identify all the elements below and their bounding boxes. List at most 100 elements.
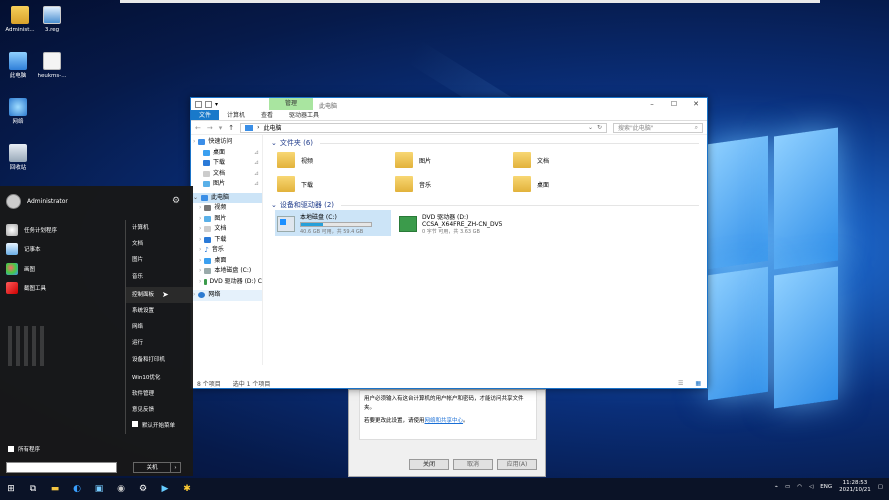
nav-item-music[interactable]: › ♪ 音乐 xyxy=(191,245,262,256)
maximize-icon[interactable]: ☐ xyxy=(663,98,685,110)
start-item-control-panel[interactable]: 控制面板 xyxy=(126,286,193,303)
drive-d-detail: 0 字节 可用，共 3.63 GB xyxy=(422,229,480,235)
battery-icon[interactable]: ▭ xyxy=(785,484,790,490)
nav-item-drive-c[interactable]: › 本地磁盘 (C:) xyxy=(191,266,262,277)
minimize-icon[interactable]: – xyxy=(641,98,663,110)
up-icon[interactable]: ↑ xyxy=(228,124,234,132)
start-item-feedback[interactable]: 意见反馈 xyxy=(126,402,193,418)
gear-icon[interactable]: ⚙ xyxy=(172,196,180,206)
nav-item-documents[interactable]: 文档 ⊿ xyxy=(191,169,262,180)
tiles-view-icon[interactable]: ▦ xyxy=(695,380,701,387)
close-button[interactable]: 关闭 xyxy=(409,459,449,470)
properties-icon[interactable] xyxy=(195,100,202,108)
address-dropdown-icon[interactable]: ⌄ xyxy=(588,124,593,131)
folder-item-music[interactable]: 音乐 xyxy=(395,172,513,196)
language-indicator[interactable]: ENG xyxy=(820,484,832,490)
start-item-win10-optimize[interactable]: Win10优化 xyxy=(126,370,193,386)
media-icon[interactable]: ▶ xyxy=(154,478,176,500)
start-item-software-manager[interactable]: 软件管理 xyxy=(126,386,193,402)
nav-item-quick-access[interactable]: › 快速访问 xyxy=(191,137,262,148)
wifi-icon[interactable]: ◠ xyxy=(797,484,802,490)
start-search-input[interactable] xyxy=(6,462,117,473)
start-item-devices-printers[interactable]: 设备和打印机 xyxy=(126,352,193,368)
recent-dropdown-icon[interactable]: ▾ xyxy=(219,124,223,132)
folders-section-header[interactable]: ⌄ 文件夹 (6) xyxy=(271,138,699,148)
task-view-icon[interactable]: ⧉ xyxy=(22,478,44,500)
chevron-down-icon: ⌄ xyxy=(271,201,277,209)
tab-file[interactable]: 文件 xyxy=(191,110,220,120)
folder-item-pictures[interactable]: 图片 xyxy=(395,148,513,172)
pinned-item-paint[interactable]: 画图 xyxy=(6,259,57,279)
cancel-button[interactable]: 取消 xyxy=(453,459,493,470)
tab-drive-tools[interactable]: 驱动器工具 xyxy=(281,110,327,120)
desktop-icon-3reg[interactable]: 3.reg xyxy=(32,6,72,34)
nav-item-pictures-pc[interactable]: › 图片 xyxy=(191,214,262,225)
chevron-down-icon[interactable]: ▾ xyxy=(215,101,220,108)
desktop-icon-recycle-bin[interactable]: 回收站 xyxy=(0,144,38,172)
nav-item-desktop-pc[interactable]: › 桌面 xyxy=(191,256,262,267)
start-item-run[interactable]: 运行 xyxy=(126,335,193,351)
settings-icon[interactable]: ⚙ xyxy=(132,478,154,500)
back-icon[interactable]: ← xyxy=(195,124,201,132)
all-programs[interactable]: 所有程序 xyxy=(8,445,40,453)
desktop-icon-network[interactable]: 网络 xyxy=(0,98,38,126)
browser-icon[interactable]: ◉ xyxy=(110,478,132,500)
volume-icon[interactable]: ◁ xyxy=(809,484,813,490)
nav-item-dvd-d[interactable]: › DVD 驱动器 (D:) C xyxy=(191,277,262,288)
explorer-icon[interactable]: ▬ xyxy=(44,478,66,500)
nav-item-desktop[interactable]: 桌面 ⊿ xyxy=(191,148,262,159)
nav-item-this-pc[interactable]: ⌄ 此电脑 xyxy=(191,192,262,203)
pinned-item-notepad[interactable]: 记事本 xyxy=(6,240,57,260)
nav-item-downloads-pc[interactable]: › 下载 xyxy=(191,235,262,246)
user-account[interactable]: Administrator xyxy=(6,194,68,209)
address-bar[interactable]: › 此电脑 ⌄ ↻ xyxy=(240,122,607,133)
drives-list: 本地磁盘 (C:) 40.6 GB 可用，共 59.4 GB DVD 驱动器 (… xyxy=(271,210,699,236)
start-item-documents[interactable]: 文档 xyxy=(126,236,193,252)
start-item-default-start-menu[interactable]: 默认开始菜单 xyxy=(126,418,193,434)
network-center-link[interactable]: 网络和共享中心 xyxy=(425,418,464,424)
network-tray-icon[interactable]: ⌁ xyxy=(775,484,778,490)
app-icon[interactable]: ✱ xyxy=(176,478,198,500)
clock[interactable]: 11:28:53 2021/10/21 xyxy=(839,480,871,494)
new-folder-icon[interactable] xyxy=(205,100,212,108)
search-input[interactable]: 搜索"此电脑" ⌕ xyxy=(613,122,703,133)
start-item-network[interactable]: 网络 xyxy=(126,319,193,335)
drive-item-d[interactable]: DVD 驱动器 (D:) CCSA_X64FRE_ZH-CN_DV5 0 字节 … xyxy=(397,210,513,236)
pinned-item-snipping-tool[interactable]: 截图工具 xyxy=(6,279,57,299)
taskmanager-icon[interactable]: ▣ xyxy=(88,478,110,500)
start-item-music[interactable]: 音乐 xyxy=(126,269,193,285)
drives-section-header[interactable]: ⌄ 设备和驱动器 (2) xyxy=(271,200,699,210)
shutdown-button[interactable]: 关机 › xyxy=(133,462,181,473)
tab-manage[interactable]: 管理 xyxy=(269,98,313,110)
close-icon[interactable]: ✕ xyxy=(685,98,707,110)
tab-computer[interactable]: 计算机 xyxy=(219,110,253,120)
drive-item-c[interactable]: 本地磁盘 (C:) 40.6 GB 可用，共 59.4 GB xyxy=(275,210,391,236)
forward-icon[interactable]: → xyxy=(207,124,213,132)
details-view-icon[interactable]: ☰ xyxy=(678,380,683,387)
nav-item-pictures[interactable]: 图片 ⊿ xyxy=(191,179,262,190)
notification-icon[interactable]: ▢ xyxy=(878,484,883,490)
pinned-item-task-scheduler[interactable]: 任务计划程序 xyxy=(6,220,57,240)
start-item-computer[interactable]: 计算机 xyxy=(126,220,193,236)
edge-icon[interactable]: ◐ xyxy=(66,478,88,500)
breadcrumb[interactable]: 此电脑 xyxy=(264,123,282,132)
folder-item-documents[interactable]: 文档 xyxy=(513,148,631,172)
nav-item-network[interactable]: › 网络 xyxy=(191,290,262,301)
apply-button[interactable]: 应用(A) xyxy=(497,459,537,470)
avatar xyxy=(6,194,21,209)
music-icon: ♪ xyxy=(204,246,209,254)
start-icon[interactable]: ⊞ xyxy=(0,478,22,500)
start-item-pictures[interactable]: 图片 xyxy=(126,252,193,268)
folder-item-videos[interactable]: 视频 xyxy=(277,148,395,172)
folder-item-desktop[interactable]: 桌面 xyxy=(513,172,631,196)
refresh-icon[interactable]: ↻ xyxy=(597,124,602,131)
chevron-right-icon[interactable]: › xyxy=(170,463,180,472)
tab-view[interactable]: 查看 xyxy=(253,110,281,120)
title-bar[interactable]: ▾ 管理 此电脑 – ☐ ✕ xyxy=(191,98,707,110)
desktop-icon-heukms[interactable]: heukms-... xyxy=(32,52,72,80)
nav-item-videos[interactable]: › 视频 xyxy=(191,203,262,214)
start-item-system-settings[interactable]: 系统设置 xyxy=(126,303,193,319)
nav-item-downloads[interactable]: 下载 ⊿ xyxy=(191,158,262,169)
folder-item-downloads[interactable]: 下载 xyxy=(277,172,395,196)
nav-item-documents-pc[interactable]: › 文档 xyxy=(191,224,262,235)
